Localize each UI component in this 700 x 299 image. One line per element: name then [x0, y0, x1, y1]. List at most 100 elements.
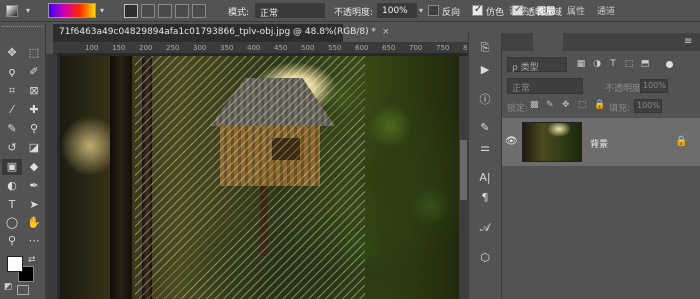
hand-tool-icon[interactable]: ✋ — [24, 215, 44, 231]
reverse-label: 反向 — [442, 8, 461, 18]
tab-channels[interactable]: 通道 — [597, 4, 615, 17]
ruler-tick-label: 450 — [274, 44, 288, 52]
path-selection-tool-icon[interactable]: ➤ — [24, 197, 44, 213]
lock-artboard-icon[interactable]: ⬚ — [578, 100, 587, 110]
info-panel-icon[interactable]: ⓘ — [477, 92, 493, 108]
radial-gradient-button[interactable] — [141, 4, 155, 18]
panel-tab-bar — [502, 33, 700, 51]
adjustments-panel-icon[interactable]: ⚌ — [477, 140, 493, 156]
frame-tool-icon[interactable]: ⊠ — [24, 83, 44, 99]
ruler-tick-label: 200 — [139, 44, 153, 52]
panel-menu-icon[interactable]: ≡ — [684, 36, 692, 47]
gradient-swatch[interactable] — [48, 3, 96, 18]
pixel-filter-icon[interactable]: ▦ — [576, 59, 586, 70]
history-brush-tool-icon[interactable]: ↺ — [2, 140, 22, 156]
ruler-tick-label: 300 — [193, 44, 207, 52]
clone-stamp-tool-icon[interactable]: ⚲ — [24, 121, 44, 137]
reflected-gradient-button[interactable] — [175, 4, 189, 18]
horizontal-ruler: 100 150 200 250 300 350 400 450 500 550 600 650 700 7… — [53, 42, 476, 54]
filter-toggle-icon[interactable] — [666, 61, 673, 68]
tool-preset-icon[interactable] — [6, 5, 18, 17]
marquee-tool-icon[interactable]: ⬚ — [24, 45, 44, 61]
ruler-tick-label: 550 — [328, 44, 342, 52]
blend-mode-select[interactable]: 正常 — [507, 78, 583, 94]
mode-label: 模式: — [228, 8, 250, 18]
layer-thumbnail[interactable] — [522, 122, 582, 162]
canvas-image[interactable] — [60, 56, 460, 299]
shape-tool-icon[interactable]: ◯ — [2, 215, 22, 231]
glyphs-panel-icon[interactable]: 𝒜 — [477, 220, 493, 236]
close-document-icon[interactable]: × — [382, 27, 390, 37]
toolbox-grip[interactable] — [2, 26, 44, 30]
opacity-input[interactable]: 100% — [377, 3, 417, 18]
more-tools-icon[interactable]: ⋯ — [24, 233, 44, 249]
tab-adjustments[interactable]: 调整 — [509, 4, 527, 17]
quick-mask-icon[interactable] — [17, 285, 29, 295]
lasso-tool-icon[interactable]: ϙ — [2, 64, 22, 80]
lock-all-icon[interactable]: 🔒 — [594, 100, 605, 110]
ruler-tick-label: 650 — [382, 44, 396, 52]
adjustment-filter-icon[interactable]: ◑ — [592, 59, 602, 70]
eyedropper-tool-icon[interactable]: ⁄ — [2, 102, 22, 118]
canvas-scrollbar-thumb[interactable] — [460, 140, 467, 200]
lock-image-pixels-icon[interactable]: ✎ — [546, 100, 554, 110]
document-title: 71f6463a49c04829894afa1c01793866_tplv-ob… — [59, 27, 377, 37]
lock-position-icon[interactable]: ✥ — [562, 100, 570, 110]
healing-brush-tool-icon[interactable]: ✚ — [24, 102, 44, 118]
zoom-tool-icon[interactable]: ⚲ — [2, 233, 22, 249]
brush-tool-icon[interactable]: ✎ — [2, 121, 22, 137]
history-panel-icon[interactable]: ⎘ — [477, 40, 493, 56]
dither-checkbox[interactable] — [472, 4, 483, 16]
dither-label: 仿色 — [486, 8, 505, 18]
angle-gradient-button[interactable] — [158, 4, 172, 18]
ruler-tick-label: 600 — [355, 44, 369, 52]
ruler-tick-label: 750 — [436, 44, 450, 52]
fill-label: 填充: — [609, 104, 631, 114]
tool-preset-dropdown-icon[interactable]: ▾ — [26, 6, 30, 15]
eraser-tool-icon[interactable]: ◪ — [24, 140, 44, 156]
layer-name[interactable]: 背景 — [590, 137, 608, 150]
ruler-tick-label: 400 — [247, 44, 261, 52]
pen-tool-icon[interactable]: ✒ — [24, 178, 44, 194]
layer-opacity-input[interactable]: 100% — [640, 79, 668, 93]
opacity-dropdown-icon[interactable]: ▾ — [419, 6, 423, 15]
lock-transparent-pixels-icon[interactable]: ▩ — [530, 100, 539, 110]
move-tool-icon[interactable]: ✥ — [2, 45, 22, 61]
eye-icon[interactable]: 👁 — [505, 136, 518, 148]
shape-filter-icon[interactable]: ⬚ — [624, 59, 634, 70]
paragraph-panel-icon[interactable]: ¶ — [477, 190, 493, 206]
reverse-checkbox[interactable] — [428, 5, 439, 16]
ruler-tick-label: 250 — [166, 44, 180, 52]
swap-colors-icon[interactable]: ⇄ — [28, 255, 36, 265]
smart-object-filter-icon[interactable]: ⬒ — [640, 59, 650, 70]
dodge-tool-icon[interactable]: ◐ — [2, 178, 22, 194]
mode-select[interactable]: 正常 — [255, 3, 325, 19]
tab-properties[interactable]: 属性 — [567, 4, 585, 17]
fill-input[interactable]: 100% — [634, 99, 662, 113]
diamond-gradient-button[interactable] — [192, 4, 206, 18]
tab-layers[interactable]: 图层 — [537, 4, 555, 17]
ruler-tick-label: 150 — [112, 44, 126, 52]
lock-label: 锁定: — [507, 104, 529, 114]
layer-filter-select[interactable]: ρ 类型 — [507, 57, 567, 73]
character-panel-icon[interactable]: A| — [477, 170, 493, 186]
active-tab-background — [533, 33, 563, 51]
layer-opacity-label: 不透明度: — [605, 84, 645, 94]
blur-tool-icon[interactable]: ◆ — [24, 159, 44, 175]
lock-icon[interactable]: 🔒 — [675, 136, 687, 147]
quick-select-tool-icon[interactable]: ✐ — [24, 64, 44, 80]
type-filter-icon[interactable]: T — [608, 59, 618, 70]
default-colors-icon[interactable]: ◩ — [4, 282, 13, 292]
document-tab[interactable]: 71f6463a49c04829894afa1c01793866_tplv-ob… — [53, 24, 390, 42]
brush-settings-icon[interactable]: ✎ — [477, 120, 493, 136]
type-tool-icon[interactable]: T — [2, 197, 22, 213]
linear-gradient-button[interactable] — [124, 4, 138, 18]
gradient-tool-icon[interactable]: ▣ — [2, 159, 22, 175]
3d-panel-icon[interactable]: ⬡ — [477, 250, 493, 266]
actions-panel-icon[interactable]: ▶ — [477, 62, 493, 78]
gradient-dropdown-icon[interactable]: ▾ — [100, 6, 104, 15]
crop-tool-icon[interactable]: ⌗ — [2, 83, 22, 99]
tree-trunk — [110, 56, 132, 299]
foreground-color-swatch[interactable] — [7, 256, 23, 272]
selection-marching-ants — [135, 56, 365, 299]
